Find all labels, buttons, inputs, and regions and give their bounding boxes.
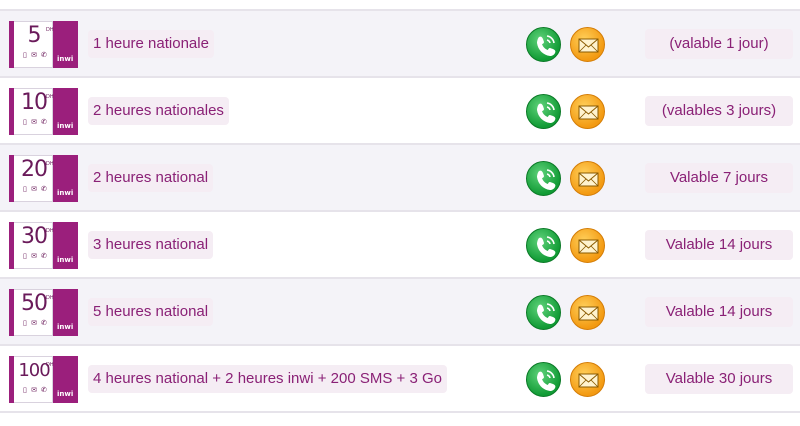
recharge-card-image: 100 DH ▯ ✉ ✆ inwi	[9, 356, 78, 403]
card-brand-logo: inwi	[57, 323, 74, 331]
plan-description: 5 heures national	[88, 298, 214, 326]
plan-validity: Valable 14 jours	[645, 230, 793, 260]
card-brand-logo: inwi	[57, 390, 74, 398]
envelope-icon	[570, 94, 605, 129]
card-brand-logo: inwi	[57, 55, 74, 63]
card-currency: DH	[46, 94, 54, 100]
plan-description: 3 heures national	[88, 231, 214, 259]
card-currency: DH	[46, 362, 54, 368]
envelope-icon	[570, 27, 605, 62]
plan-validity: Valable 7 jours	[645, 163, 793, 193]
envelope-icon	[570, 362, 605, 397]
plan-description: 4 heures national + 2 heures inwi + 200 …	[88, 365, 447, 393]
card-service-icons: ▯ ✉ ✆	[23, 185, 49, 193]
plans-table: 5 DH ▯ ✉ ✆ inwi 1 heure nationale (valab…	[0, 9, 800, 413]
card-service-icons: ▯ ✉ ✆	[23, 319, 49, 327]
envelope-icon	[570, 295, 605, 330]
recharge-card-image: 50 DH ▯ ✉ ✆ inwi	[9, 289, 78, 336]
plan-description: 1 heure nationale	[88, 30, 214, 58]
plan-validity: (valables 3 jours)	[645, 96, 793, 126]
plan-row[interactable]: 5 DH ▯ ✉ ✆ inwi 1 heure nationale (valab…	[0, 11, 800, 78]
recharge-card-image: 5 DH ▯ ✉ ✆ inwi	[9, 21, 78, 68]
phone-call-icon	[526, 27, 561, 62]
card-currency: DH	[46, 161, 54, 167]
plan-description: 2 heures national	[88, 164, 214, 192]
plan-row[interactable]: 10 DH ▯ ✉ ✆ inwi 2 heures nationales (va…	[0, 78, 800, 145]
plan-validity: (valable 1 jour)	[645, 29, 793, 59]
plan-validity: Valable 14 jours	[645, 297, 793, 327]
envelope-icon	[570, 161, 605, 196]
card-brand-logo: inwi	[57, 189, 74, 197]
plan-row[interactable]: 100 DH ▯ ✉ ✆ inwi 4 heures national + 2 …	[0, 346, 800, 413]
card-currency: DH	[46, 27, 54, 33]
card-currency: DH	[46, 228, 54, 234]
phone-call-icon	[526, 362, 561, 397]
phone-call-icon	[526, 94, 561, 129]
card-service-icons: ▯ ✉ ✆	[23, 386, 49, 394]
plan-row[interactable]: 50 DH ▯ ✉ ✆ inwi 5 heures national Valab…	[0, 279, 800, 346]
card-currency: DH	[46, 295, 54, 301]
plan-description: 2 heures nationales	[88, 97, 229, 125]
card-brand-logo: inwi	[57, 256, 74, 264]
card-service-icons: ▯ ✉ ✆	[23, 118, 49, 126]
envelope-icon	[570, 228, 605, 263]
card-service-icons: ▯ ✉ ✆	[23, 51, 49, 59]
plan-row[interactable]: 30 DH ▯ ✉ ✆ inwi 3 heures national Valab…	[0, 212, 800, 279]
plan-validity: Valable 30 jours	[645, 364, 793, 394]
recharge-card-image: 20 DH ▯ ✉ ✆ inwi	[9, 155, 78, 202]
plan-row[interactable]: 20 DH ▯ ✉ ✆ inwi 2 heures national Valab…	[0, 145, 800, 212]
phone-call-icon	[526, 228, 561, 263]
recharge-card-image: 10 DH ▯ ✉ ✆ inwi	[9, 88, 78, 135]
phone-call-icon	[526, 295, 561, 330]
recharge-card-image: 30 DH ▯ ✉ ✆ inwi	[9, 222, 78, 269]
card-service-icons: ▯ ✉ ✆	[23, 252, 49, 260]
phone-call-icon	[526, 161, 561, 196]
card-brand-logo: inwi	[57, 122, 74, 130]
